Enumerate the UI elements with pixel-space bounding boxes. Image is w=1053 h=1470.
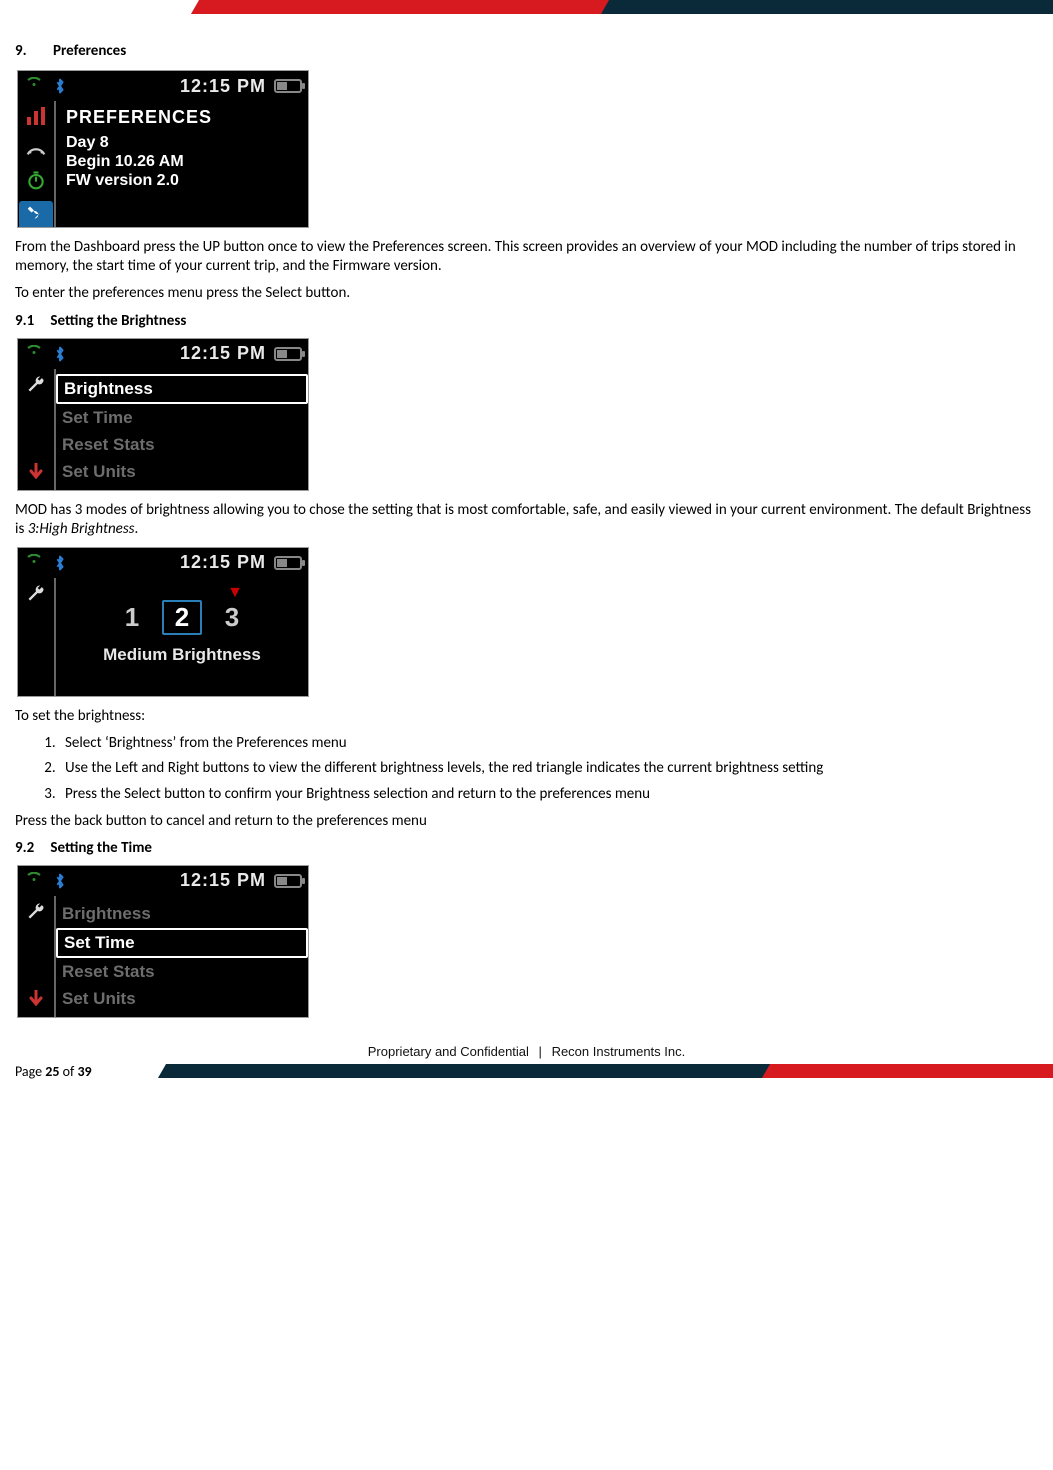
device-time: 12:15 PM bbox=[180, 76, 266, 97]
footer-separator: | bbox=[539, 1044, 542, 1059]
brightness-label: Medium Brightness bbox=[56, 645, 308, 665]
paragraph-overview: From the Dashboard press the UP button o… bbox=[15, 238, 1038, 276]
battery-icon bbox=[274, 347, 302, 361]
bluetooth-icon bbox=[50, 553, 70, 573]
antenna-icon bbox=[24, 871, 44, 891]
default-brightness-value: 3:High Brightness bbox=[28, 520, 135, 538]
battery-icon bbox=[274, 79, 302, 93]
section-heading: 9. Preferences bbox=[15, 42, 1038, 60]
menu-item-reset-stats: Reset Stats bbox=[56, 959, 308, 985]
device-screenshot-menu-brightness: 12:15 PM Brightness Set Time Reset Stats… bbox=[17, 338, 309, 491]
page-number: Page 25 of 39 bbox=[15, 1063, 92, 1080]
section-title: Preferences bbox=[53, 42, 126, 60]
page-label: Page bbox=[15, 1063, 45, 1080]
footer-red-segment bbox=[762, 1064, 1053, 1078]
device-line-day: Day 8 bbox=[66, 134, 300, 152]
subsection-9-2: 9.2 Setting the Time bbox=[15, 839, 1038, 857]
brightness-steps-list: Select ‘Brightness’ from the Preferences… bbox=[59, 734, 1038, 804]
menu-item-brightness: Brightness bbox=[56, 901, 308, 927]
paragraph-enter-menu: To enter the preferences menu press the … bbox=[15, 284, 1038, 303]
header-red-segment bbox=[191, 0, 619, 14]
footer-company: Recon Instruments Inc. bbox=[552, 1044, 686, 1059]
menu-item-set-units: Set Units bbox=[56, 986, 308, 1012]
footer-stripe bbox=[162, 1064, 1038, 1078]
arrow-down-icon bbox=[29, 990, 43, 1011]
footer-dark-segment bbox=[158, 1064, 780, 1078]
subsection-number: 9.2 bbox=[15, 839, 47, 857]
menu-item-brightness: Brightness bbox=[56, 374, 308, 404]
device-status-bar: 12:15 PM bbox=[18, 339, 308, 369]
section-number: 9. bbox=[15, 42, 53, 60]
device-screenshot-brightness-picker: 12:15 PM ▼ 1 2 3 Medium Brightness bbox=[17, 547, 309, 697]
page-of-label: of bbox=[59, 1063, 77, 1080]
footer-confidential-text: Proprietary and Confidential bbox=[368, 1044, 529, 1059]
bluetooth-icon bbox=[50, 344, 70, 364]
battery-icon bbox=[274, 556, 302, 570]
device-line-fw: FW version 2.0 bbox=[66, 172, 300, 190]
paragraph-to-set: To set the brightness: bbox=[15, 707, 1038, 726]
wrench-icon bbox=[24, 900, 48, 922]
device-status-bar: 12:15 PM bbox=[18, 548, 308, 578]
device-sidebar bbox=[18, 896, 56, 1017]
subsection-title: Setting the Time bbox=[50, 839, 152, 857]
paragraph-brightness-modes: MOD has 3 modes of brightness allowing y… bbox=[15, 501, 1038, 539]
subsection-title: Setting the Brightness bbox=[50, 312, 186, 330]
device-time: 12:15 PM bbox=[180, 552, 266, 573]
bars-icon bbox=[24, 105, 48, 127]
antenna-icon bbox=[24, 76, 44, 96]
brightness-level-1: 1 bbox=[112, 602, 152, 633]
subsection-number: 9.1 bbox=[15, 312, 47, 330]
step-1: Select ‘Brightness’ from the Preferences… bbox=[59, 734, 1038, 753]
device-screenshot-preferences: 12:15 PM PREFERENCES bbox=[17, 70, 309, 228]
antenna-icon bbox=[24, 344, 44, 364]
brightness-level-3: 3 bbox=[212, 602, 252, 633]
paragraph-back-cancel: Press the back button to cancel and retu… bbox=[15, 812, 1038, 831]
menu-item-set-time: Set Time bbox=[56, 928, 308, 958]
footer-confidential: Proprietary and Confidential | Recon Ins… bbox=[15, 1044, 1038, 1059]
device-time: 12:15 PM bbox=[180, 870, 266, 891]
text: MOD has 3 modes of brightness allowing y… bbox=[15, 501, 1031, 538]
step-3: Press the Select button to confirm your … bbox=[59, 785, 1038, 804]
device-status-bar: 12:15 PM bbox=[18, 866, 308, 896]
device-sidebar bbox=[18, 101, 56, 227]
device-status-bar: 12:15 PM bbox=[18, 71, 308, 101]
text: . bbox=[135, 520, 139, 538]
wrench-icon bbox=[24, 582, 48, 604]
brightness-level-2: 2 bbox=[162, 600, 202, 635]
header-stripe bbox=[0, 0, 1053, 24]
subsection-9-1: 9.1 Setting the Brightness bbox=[15, 312, 1038, 330]
bluetooth-icon bbox=[50, 76, 70, 96]
menu-item-set-units: Set Units bbox=[56, 459, 308, 485]
antenna-icon bbox=[24, 553, 44, 573]
speedometer-icon bbox=[24, 137, 48, 159]
stopwatch-icon bbox=[24, 169, 48, 191]
device-time: 12:15 PM bbox=[180, 343, 266, 364]
page-total: 39 bbox=[77, 1063, 91, 1080]
menu-item-reset-stats: Reset Stats bbox=[56, 432, 308, 458]
device-sidebar bbox=[18, 578, 56, 696]
battery-icon bbox=[274, 874, 302, 888]
header-dark-segment bbox=[601, 0, 1053, 14]
wrench-tab bbox=[19, 201, 53, 227]
page-current: 25 bbox=[45, 1063, 59, 1080]
menu-item-set-time: Set Time bbox=[56, 405, 308, 431]
device-screenshot-menu-set-time: 12:15 PM Brightness Set Time Reset Stats… bbox=[17, 865, 309, 1018]
bluetooth-icon bbox=[50, 871, 70, 891]
device-line-begin: Begin 10.26 AM bbox=[66, 153, 300, 171]
step-2: Use the Left and Right buttons to view t… bbox=[59, 759, 1038, 778]
device-sidebar bbox=[18, 369, 56, 490]
arrow-down-icon bbox=[29, 463, 43, 484]
wrench-icon bbox=[24, 373, 48, 395]
device-heading: PREFERENCES bbox=[66, 107, 300, 128]
